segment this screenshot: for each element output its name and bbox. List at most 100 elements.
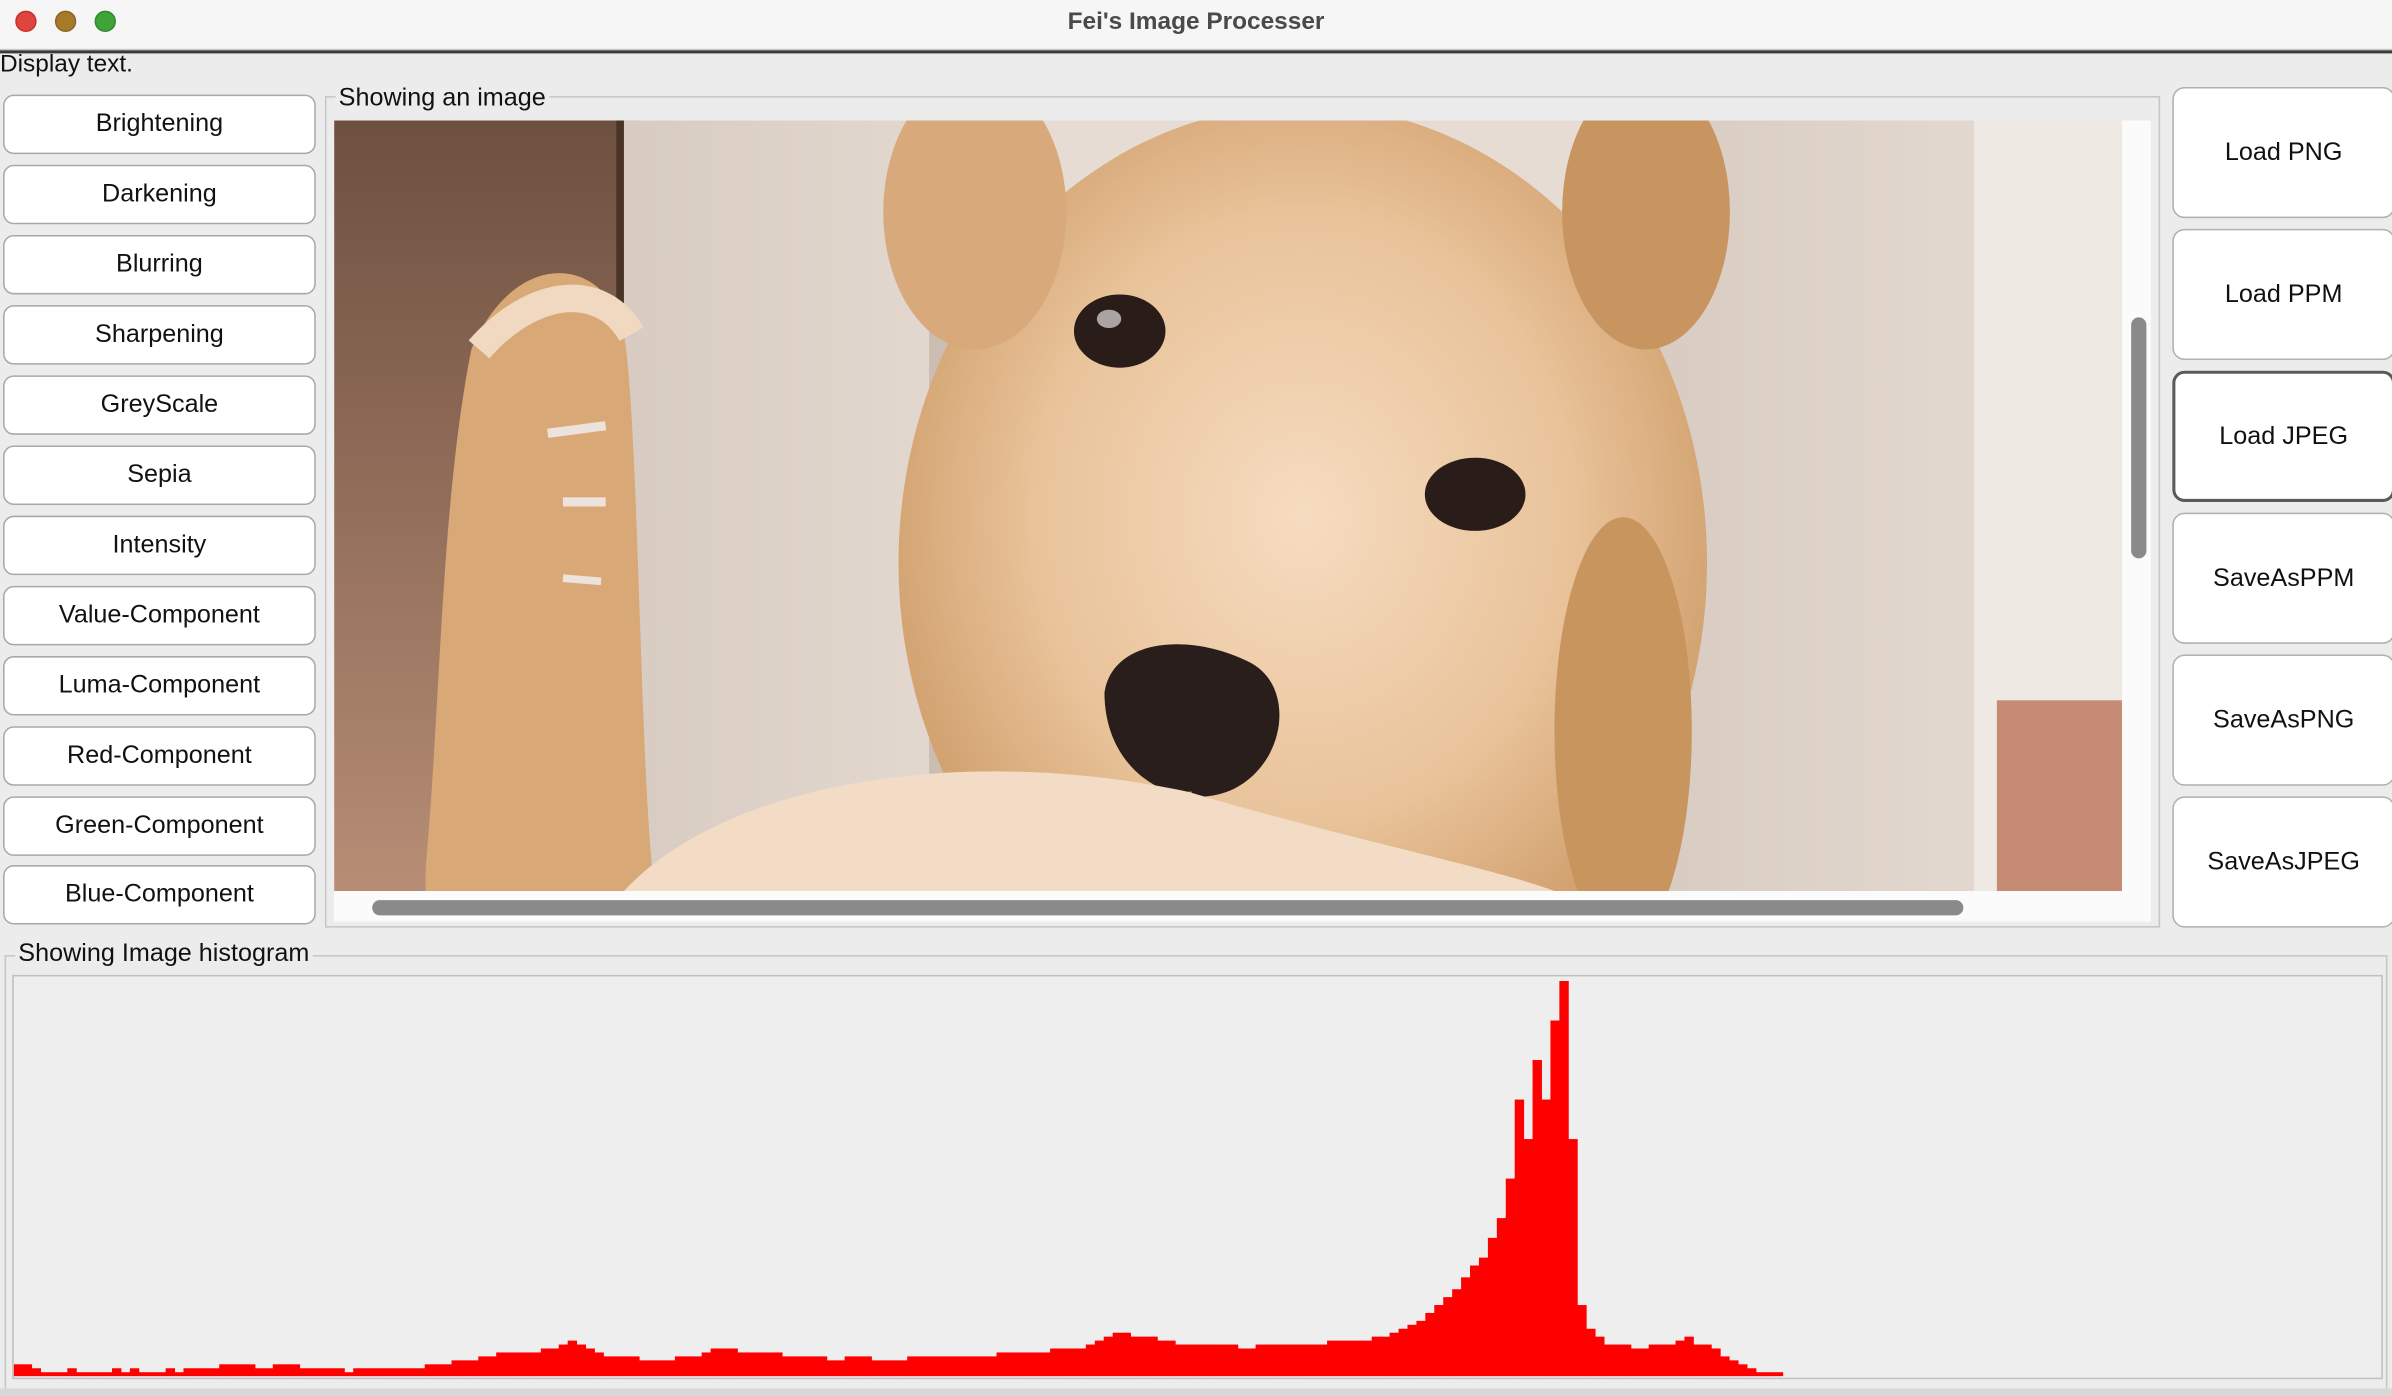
histogram-bar	[1050, 1348, 1060, 1377]
histogram-bar	[1487, 1237, 1498, 1377]
histogram-bar	[469, 1360, 479, 1377]
histogram-bar	[665, 1360, 676, 1377]
histogram-bar	[1121, 1332, 1131, 1377]
title-divider	[0, 50, 2392, 54]
histogram-panel: Showing Image histogram	[4, 939, 2388, 1392]
histogram-bar	[1085, 1344, 1096, 1377]
histogram-bar	[1148, 1336, 1158, 1377]
histogram-bar	[388, 1368, 399, 1377]
histogram-bar	[755, 1352, 765, 1377]
histogram-bar	[353, 1368, 363, 1377]
blue-component-button[interactable]: Blue-Component	[3, 865, 316, 925]
histogram-bar	[1434, 1305, 1444, 1377]
histogram-bar	[1693, 1344, 1703, 1377]
image-viewport[interactable]	[334, 120, 2151, 922]
luma-component-button[interactable]: Luma-Component	[3, 656, 316, 716]
histogram-bar	[1380, 1336, 1391, 1377]
histogram-bar	[1666, 1344, 1676, 1377]
histogram-bar	[1059, 1348, 1069, 1377]
histogram-bar	[344, 1372, 354, 1377]
histogram-bar	[1130, 1336, 1140, 1377]
histogram-bar	[281, 1364, 292, 1377]
histogram-bar	[76, 1372, 86, 1377]
brightening-button[interactable]: Brightening	[3, 94, 316, 155]
histogram-bar	[1166, 1340, 1176, 1377]
histogram-bar	[540, 1348, 551, 1377]
save-as-jpeg-button[interactable]: SaveAsJPEG	[2172, 796, 2392, 928]
histogram-bar	[987, 1356, 997, 1377]
histogram-bar	[612, 1356, 622, 1377]
histogram-bar	[817, 1356, 828, 1377]
load-ppm-button[interactable]: Load PPM	[2172, 228, 2392, 361]
intensity-button[interactable]: Intensity	[3, 515, 316, 576]
histogram-bar	[683, 1356, 694, 1377]
histogram-bar	[1023, 1352, 1033, 1377]
histogram-bar	[1264, 1344, 1274, 1377]
histogram-bar	[1291, 1344, 1301, 1377]
histogram-bar	[1094, 1340, 1105, 1377]
value-component-button[interactable]: Value-Component	[3, 585, 316, 646]
histogram-bar	[156, 1372, 167, 1377]
load-jpeg-button[interactable]: Load JPEG	[2172, 370, 2392, 502]
green-component-button[interactable]: Green-Component	[3, 796, 316, 856]
histogram-bar	[263, 1368, 274, 1377]
histogram-bar	[603, 1356, 613, 1377]
title-bar: Fei's Image Processer	[0, 0, 2392, 51]
histogram-bar	[826, 1360, 837, 1377]
histogram-bar	[1657, 1344, 1668, 1377]
histogram-bar	[710, 1348, 721, 1377]
histogram-bar	[192, 1368, 202, 1377]
window-title: Fei's Image Processer	[1067, 9, 1325, 36]
histogram-bar	[237, 1364, 247, 1377]
histogram-bar	[1237, 1348, 1248, 1377]
histogram-bar	[103, 1372, 113, 1377]
histogram-bar	[40, 1372, 50, 1377]
sharpening-button[interactable]: Sharpening	[3, 305, 316, 365]
histogram-bar	[1425, 1312, 1435, 1377]
save-as-png-button[interactable]: SaveAsPNG	[2172, 654, 2392, 786]
histogram-bar	[308, 1368, 318, 1377]
histogram-bar	[889, 1360, 899, 1377]
darkening-button[interactable]: Darkening	[3, 164, 316, 225]
save-as-ppm-button[interactable]: SaveAsPPM	[2172, 512, 2392, 644]
histogram-bar	[1550, 1020, 1560, 1377]
load-png-button[interactable]: Load PNG	[2172, 86, 2392, 219]
histogram-bar	[692, 1356, 703, 1377]
histogram-bar	[782, 1356, 792, 1377]
histogram-bar	[1318, 1344, 1328, 1377]
histogram-bar	[487, 1356, 497, 1377]
histogram-bar	[1470, 1265, 1480, 1377]
histogram-bar	[1112, 1332, 1123, 1377]
histogram-bar	[576, 1344, 586, 1377]
histogram-bar	[1595, 1336, 1605, 1377]
histogram-bar	[406, 1368, 417, 1377]
histogram-bar	[326, 1368, 336, 1377]
sepia-button[interactable]: Sepia	[3, 445, 316, 506]
display-text-label: Display text.	[0, 51, 133, 78]
histogram-bar	[728, 1348, 738, 1377]
image-panel-title: Showing an image	[335, 83, 549, 113]
histogram-bar	[31, 1368, 41, 1377]
histogram-bar	[1273, 1344, 1283, 1377]
image-panel: Showing an image	[324, 83, 2161, 928]
red-component-button[interactable]: Red-Component	[3, 726, 316, 786]
histogram-bar	[85, 1372, 95, 1377]
histogram-bar	[1746, 1368, 1757, 1377]
histogram-bar	[415, 1368, 426, 1377]
histogram-panel-title: Showing Image histogram	[15, 939, 313, 969]
greyscale-button[interactable]: GreyScale	[3, 375, 316, 435]
histogram-bar	[299, 1368, 310, 1377]
histogram-bar	[58, 1372, 68, 1377]
blurring-button[interactable]: Blurring	[3, 234, 316, 295]
image-horizontal-scrollbar[interactable]	[372, 900, 1964, 916]
histogram-bar	[791, 1356, 801, 1377]
histogram-bar	[174, 1372, 184, 1377]
histogram-bar	[112, 1368, 122, 1377]
histogram-bar	[862, 1356, 872, 1377]
histogram-bar	[1157, 1340, 1167, 1377]
histogram-bar	[254, 1368, 265, 1377]
histogram-bar	[942, 1356, 953, 1377]
histogram-bar	[1541, 1099, 1551, 1377]
histogram-bar	[397, 1368, 408, 1377]
image-vertical-scrollbar[interactable]	[2131, 317, 2147, 559]
